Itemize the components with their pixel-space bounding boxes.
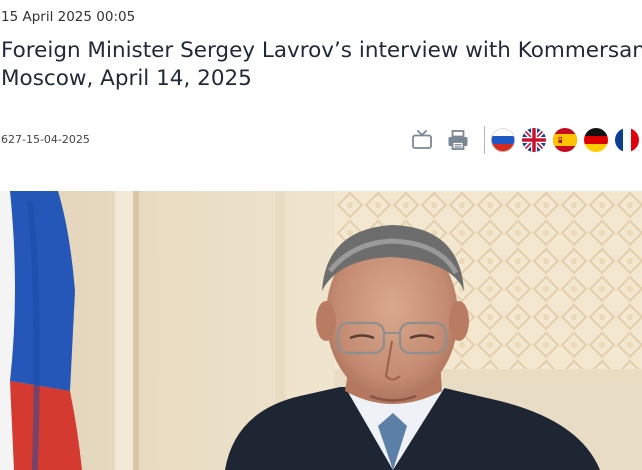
title-line-1: Foreign Minister Sergey Lavrov’s intervi… — [1, 38, 642, 63]
flag-spanish-icon[interactable] — [553, 128, 577, 152]
tv-icon[interactable] — [408, 126, 436, 154]
article-date: 15 April 2025 00:05 — [1, 9, 136, 25]
article-toolbar — [408, 124, 642, 156]
flag-russian-icon[interactable] — [491, 128, 515, 152]
flag-german-icon[interactable] — [584, 128, 608, 152]
flag-english-icon[interactable] — [522, 128, 546, 152]
article-photo — [0, 191, 642, 470]
print-icon[interactable] — [444, 126, 472, 154]
title-line-2: Moscow, April 14, 2025 — [1, 66, 252, 91]
document-number: 627-15-04-2025 — [1, 133, 90, 146]
toolbar-divider — [484, 126, 485, 154]
page-title: Foreign Minister Sergey Lavrov’s intervi… — [1, 37, 642, 93]
flag-french-icon[interactable] — [615, 128, 639, 152]
